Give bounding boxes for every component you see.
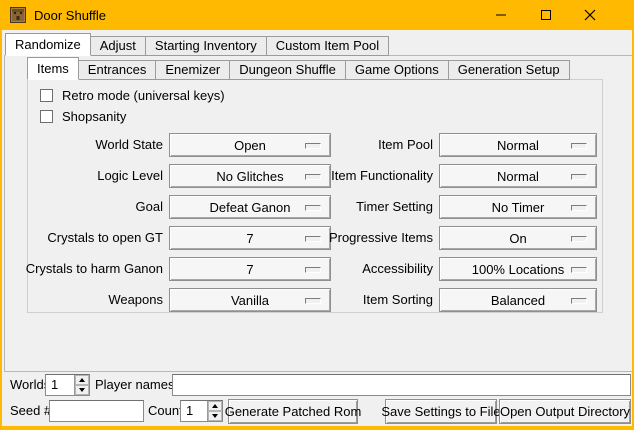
close-button[interactable] xyxy=(567,0,612,30)
shopsanity-checkbox[interactable] xyxy=(40,110,53,123)
timer-setting-dropdown[interactable]: No Timer xyxy=(439,195,597,219)
title-bar[interactable]: Door Shuffle xyxy=(0,0,634,30)
dropdown-indicator-icon xyxy=(571,143,587,149)
dropdown-value: Defeat Ganon xyxy=(210,200,291,215)
dropdown-value: Open xyxy=(234,138,266,153)
tab-adjust[interactable]: Adjust xyxy=(90,36,146,56)
dropdown-value: Balanced xyxy=(491,293,545,308)
accessibility-dropdown[interactable]: 100% Locations xyxy=(439,257,597,281)
tab-items[interactable]: Items xyxy=(27,57,79,80)
count-spinbox[interactable]: 1 xyxy=(180,400,223,422)
player-names-label: Player names xyxy=(95,374,174,396)
dropdown-value: 7 xyxy=(246,262,253,277)
count-label: Count xyxy=(148,400,183,422)
retro-mode-checkbox[interactable] xyxy=(40,89,53,102)
spin-down-button[interactable] xyxy=(208,411,222,421)
seed-label: Seed # xyxy=(10,400,51,422)
spin-arrows xyxy=(207,401,222,421)
progressive-items-dropdown[interactable]: On xyxy=(439,226,597,250)
worlds-value: 1 xyxy=(46,375,74,395)
dropdown-indicator-icon xyxy=(571,298,587,304)
arrow-up-icon xyxy=(212,404,218,408)
item-pool-dropdown[interactable]: Normal xyxy=(439,133,597,157)
accessibility-label: Accessibility xyxy=(292,257,433,281)
crystals-harm-ganon-label: Crystals to harm Ganon xyxy=(24,257,163,281)
tab-game-options[interactable]: Game Options xyxy=(345,60,449,80)
spin-arrows xyxy=(74,375,89,395)
generate-patched-rom-button[interactable]: Generate Patched Rom xyxy=(228,399,358,424)
shopsanity-row: Shopsanity xyxy=(40,108,126,124)
goal-label: Goal xyxy=(24,195,163,219)
tab-custom-item-pool[interactable]: Custom Item Pool xyxy=(266,36,389,56)
seed-input[interactable] xyxy=(49,400,144,422)
arrow-down-icon xyxy=(212,414,218,418)
tab-starting-inventory[interactable]: Starting Inventory xyxy=(145,36,267,56)
weapons-label: Weapons xyxy=(24,288,163,312)
tab-enemizer[interactable]: Enemizer xyxy=(155,60,230,80)
dropdown-value: 7 xyxy=(246,231,253,246)
dropdown-indicator-icon xyxy=(571,267,587,273)
maximize-icon xyxy=(540,9,552,21)
close-icon xyxy=(584,9,596,21)
worlds-spinbox[interactable]: 1 xyxy=(45,374,90,396)
count-value: 1 xyxy=(181,401,207,421)
dropdown-value: No Timer xyxy=(492,200,545,215)
item-functionality-dropdown[interactable]: Normal xyxy=(439,164,597,188)
world-state-label: World State xyxy=(24,133,163,157)
player-names-input[interactable] xyxy=(172,374,631,396)
tab-generation-setup[interactable]: Generation Setup xyxy=(448,60,570,80)
item-functionality-label: Item Functionality xyxy=(292,164,433,188)
logic-level-label: Logic Level xyxy=(24,164,163,188)
dropdown-value: Normal xyxy=(497,138,539,153)
spin-up-button[interactable] xyxy=(208,401,222,411)
spin-down-button[interactable] xyxy=(75,385,89,395)
dropdown-indicator-icon xyxy=(571,236,587,242)
minimize-button[interactable] xyxy=(478,0,523,30)
item-sorting-dropdown[interactable]: Balanced xyxy=(439,288,597,312)
progressive-items-label: Progressive Items xyxy=(292,226,433,250)
retro-mode-row: Retro mode (universal keys) xyxy=(40,87,225,103)
dropdown-value: No Glitches xyxy=(216,169,283,184)
main-tab-bar: Randomize Adjust Starting Inventory Cust… xyxy=(5,33,388,56)
tab-randomize[interactable]: Randomize xyxy=(5,33,91,56)
items-page: Retro mode (universal keys) Shopsanity W… xyxy=(27,79,603,313)
dropdown-indicator-icon xyxy=(571,174,587,180)
maximize-button[interactable] xyxy=(523,0,568,30)
item-pool-label: Item Pool xyxy=(292,133,433,157)
shopsanity-label: Shopsanity xyxy=(62,109,126,124)
open-output-directory-button[interactable]: Open Output Directory xyxy=(499,399,631,424)
dropdown-value: Normal xyxy=(497,169,539,184)
tab-entrances[interactable]: Entrances xyxy=(78,60,157,80)
retro-mode-label: Retro mode (universal keys) xyxy=(62,88,225,103)
door-icon xyxy=(10,7,26,23)
timer-setting-label: Timer Setting xyxy=(292,195,433,219)
item-sorting-label: Item Sorting xyxy=(292,288,433,312)
dropdown-value: On xyxy=(509,231,526,246)
arrow-down-icon xyxy=(79,388,85,392)
app-window: Door Shuffle Randomize Adjust Starting I… xyxy=(0,0,634,430)
minimize-icon xyxy=(495,9,507,21)
tab-dungeon-shuffle[interactable]: Dungeon Shuffle xyxy=(229,60,346,80)
window-title: Door Shuffle xyxy=(34,8,106,23)
crystals-open-gt-label: Crystals to open GT xyxy=(24,226,163,250)
dropdown-value: 100% Locations xyxy=(472,262,565,277)
dropdown-value: Vanilla xyxy=(231,293,269,308)
save-settings-button[interactable]: Save Settings to File xyxy=(385,399,497,424)
spin-up-button[interactable] xyxy=(75,375,89,385)
dropdown-indicator-icon xyxy=(571,205,587,211)
arrow-up-icon xyxy=(79,378,85,382)
sub-tab-bar: Items Entrances Enemizer Dungeon Shuffle… xyxy=(27,57,569,80)
